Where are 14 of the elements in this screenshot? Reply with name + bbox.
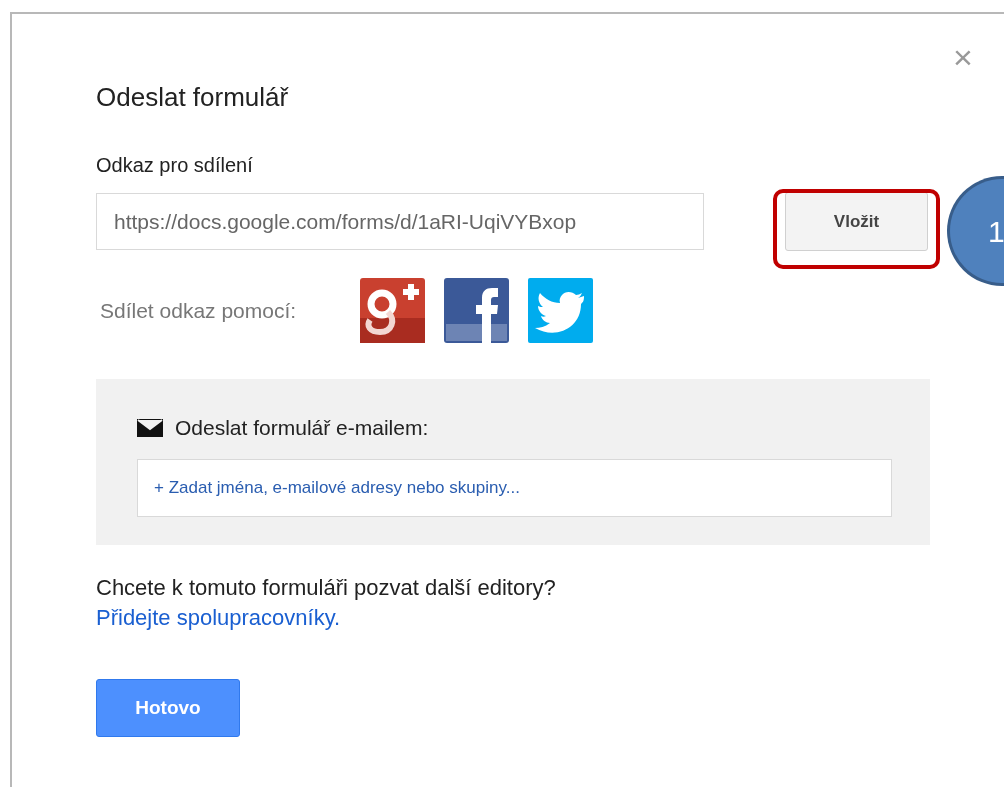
field-label: Odkaz pro sdílení: [96, 153, 254, 178]
share-label: Sdílet odkaz pomocí:: [100, 297, 298, 324]
twitter-icon[interactable]: [528, 278, 593, 343]
insert-button[interactable]: Vložit: [785, 192, 928, 251]
email-label: Odeslat formulář e-mailem:: [175, 415, 429, 441]
invite-text: Chcete k tomuto formuláři pozvat další editory? Přidejte spolupracovníky.: [96, 574, 557, 632]
facebook-icon[interactable]: [444, 278, 509, 343]
google-plus-icon[interactable]: [360, 278, 425, 343]
link-field[interactable]: https://docs.google.com/forms/d/1aRI-UqiVYBxop: [96, 193, 704, 250]
collaborators-link[interactable]: Přidejte spolupracovníky.: [96, 605, 341, 630]
dialog-title: Odeslat formulář: [96, 81, 290, 114]
email-field[interactable]: + Zadat jména, e-mailové adresy nebo skupiny...: [137, 458, 892, 517]
done-button[interactable]: Hotovo: [96, 679, 240, 737]
envelope-icon: [137, 418, 163, 437]
